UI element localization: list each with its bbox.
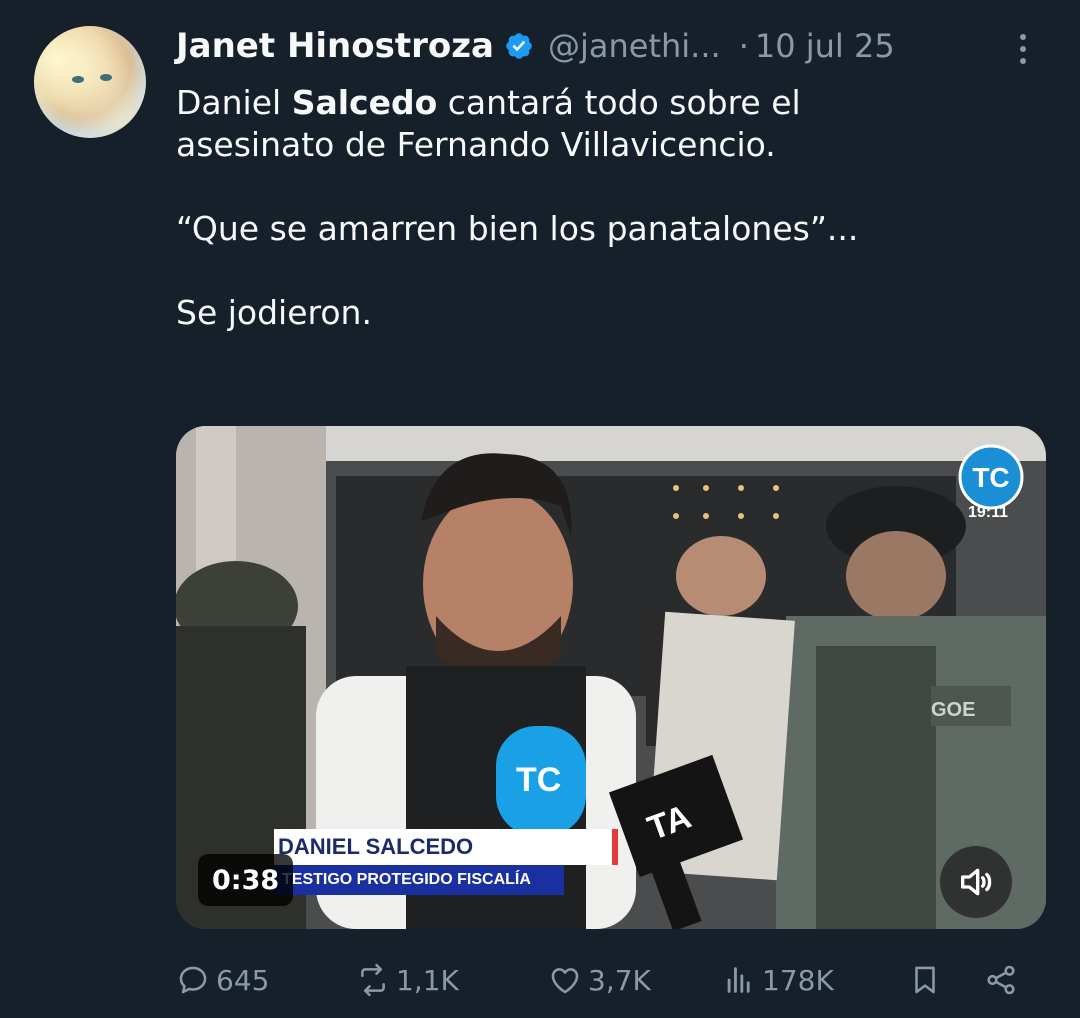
tweet-text: Daniel Salcedo cantará todo sobre el ase… xyxy=(176,82,1056,334)
author-avatar[interactable] xyxy=(34,26,146,138)
channel-logo-icon: TC xyxy=(958,444,1024,510)
views-button[interactable]: 178K xyxy=(722,950,834,1010)
more-options-icon[interactable] xyxy=(1010,30,1036,70)
tweet-line: “Que se amarren bien los panatalones”... xyxy=(176,209,859,248)
tweet-bold-word: Salcedo xyxy=(291,83,438,122)
reply-button[interactable]: 645 xyxy=(176,950,269,1010)
volume-icon xyxy=(961,868,992,896)
bookmark-button[interactable] xyxy=(908,950,942,1010)
video-duration: 0:38 xyxy=(198,854,294,906)
views-count: 178K xyxy=(762,963,834,997)
author-handle[interactable]: @janethi... xyxy=(548,27,721,65)
tweet-line: asesinato de Fernando Villavicencio. xyxy=(176,125,776,164)
avatar-hair xyxy=(34,26,146,138)
video-player[interactable]: TC TA GOE TC 19:11 DANIEL SALCEDO TESTIG… xyxy=(176,426,1046,929)
like-icon xyxy=(551,968,579,994)
reply-icon xyxy=(179,966,207,994)
share-button[interactable] xyxy=(984,950,1018,1010)
like-button[interactable]: 3,7K xyxy=(548,950,651,1010)
views-icon xyxy=(727,967,750,993)
repost-button[interactable]: 1,1K xyxy=(356,950,459,1010)
lower-third-name: DANIEL SALCEDO xyxy=(274,829,618,865)
tweet-line: Se jodieron. xyxy=(176,293,372,332)
volume-button[interactable] xyxy=(940,846,1012,918)
tweet-header: Janet Hinostroza @janethi... · 10 jul 25 xyxy=(176,24,1056,68)
repost-icon xyxy=(361,963,385,997)
like-count: 3,7K xyxy=(588,963,651,997)
lower-third-title: TESTIGO PROTEGIDO FISCALÍA xyxy=(274,865,564,895)
header-separator: · xyxy=(738,27,749,65)
channel-clock: 19:11 xyxy=(968,504,1009,521)
svg-text:TC: TC xyxy=(972,462,1009,493)
avatar-eye xyxy=(72,76,84,83)
vest-text: GOE xyxy=(931,699,975,721)
tweet-actions: 645 1,1K 3,7K 178K xyxy=(176,950,1056,1010)
bookmark-icon xyxy=(915,966,935,994)
tweet-date[interactable]: 10 jul 25 xyxy=(755,27,895,65)
repost-count: 1,1K xyxy=(396,963,459,997)
share-icon xyxy=(987,965,1015,995)
tweet-line: Daniel Salcedo cantará todo sobre el xyxy=(176,83,801,122)
verified-badge-icon[interactable] xyxy=(504,31,534,61)
avatar-eye xyxy=(100,74,112,81)
author-name[interactable]: Janet Hinostroza xyxy=(176,26,494,66)
mic-label-tc: TC xyxy=(516,761,561,799)
reply-count: 645 xyxy=(216,963,270,997)
